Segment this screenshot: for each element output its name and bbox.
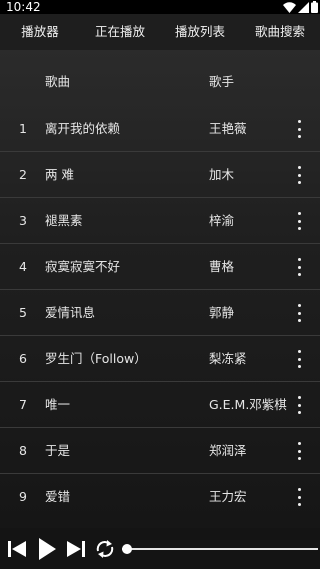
more-vert-icon[interactable] bbox=[292, 258, 306, 276]
song-title: 寂寞寂寞不好 bbox=[45, 259, 121, 274]
seek-thumb[interactable] bbox=[122, 544, 132, 554]
signal-icon bbox=[298, 1, 309, 13]
song-artist: 郭静 bbox=[209, 305, 235, 320]
skip-next-icon bbox=[66, 540, 86, 558]
wifi-icon bbox=[283, 1, 296, 13]
more-vert-icon[interactable] bbox=[292, 488, 306, 506]
song-title: 褪黑素 bbox=[45, 213, 83, 228]
previous-button[interactable] bbox=[6, 528, 28, 569]
playlist-panel: 歌曲 歌手 1 离开我的依赖 王艳薇 2 两 难 加木 3 褪黑素 梓渝 4 寂… bbox=[0, 50, 320, 528]
song-title: 唯一 bbox=[45, 397, 71, 412]
skip-previous-icon bbox=[7, 540, 27, 558]
more-vert-icon[interactable] bbox=[292, 442, 306, 460]
song-row[interactable]: 4 寂寞寂寞不好 曹格 bbox=[0, 244, 320, 290]
song-title: 于是 bbox=[45, 443, 71, 458]
song-row[interactable]: 2 两 难 加木 bbox=[0, 152, 320, 198]
player-controls bbox=[0, 528, 320, 569]
tab-player[interactable]: 播放器 bbox=[0, 14, 80, 50]
repeat-button[interactable] bbox=[94, 528, 116, 569]
song-index: 5 bbox=[19, 305, 27, 320]
artist-column-header: 歌手 bbox=[209, 74, 235, 89]
song-column-header: 歌曲 bbox=[45, 74, 71, 89]
song-title: 罗生门（Follow） bbox=[45, 351, 147, 366]
song-index: 8 bbox=[19, 443, 27, 458]
more-vert-icon[interactable] bbox=[292, 350, 306, 368]
tab-song-search[interactable]: 歌曲搜索 bbox=[240, 14, 320, 50]
battery-icon bbox=[311, 1, 318, 13]
song-index: 1 bbox=[19, 121, 27, 136]
play-button[interactable] bbox=[36, 528, 58, 569]
song-artist: 郑润泽 bbox=[209, 443, 247, 458]
song-list: 1 离开我的依赖 王艳薇 2 两 难 加木 3 褪黑素 梓渝 4 寂寞寂寞不好 … bbox=[0, 106, 320, 520]
more-vert-icon[interactable] bbox=[292, 396, 306, 414]
song-artist: 梨冻紧 bbox=[209, 351, 247, 366]
song-row[interactable]: 9 爱错 王力宏 bbox=[0, 474, 320, 520]
tab-now-playing[interactable]: 正在播放 bbox=[80, 14, 160, 50]
song-artist: 王艳薇 bbox=[209, 121, 247, 136]
song-artist: 曹格 bbox=[209, 259, 235, 274]
play-icon bbox=[37, 537, 57, 561]
status-icons bbox=[283, 1, 318, 13]
song-title: 两 难 bbox=[45, 167, 74, 182]
song-title: 爱情讯息 bbox=[45, 305, 96, 320]
tab-bar: 播放器 正在播放 播放列表 歌曲搜索 bbox=[0, 14, 320, 50]
list-header: 歌曲 歌手 bbox=[0, 62, 320, 102]
status-time: 10:42 bbox=[6, 0, 41, 14]
more-vert-icon[interactable] bbox=[292, 166, 306, 184]
seek-track bbox=[122, 548, 318, 550]
song-row[interactable]: 3 褪黑素 梓渝 bbox=[0, 198, 320, 244]
repeat-icon bbox=[94, 539, 116, 559]
seek-bar[interactable] bbox=[122, 544, 318, 554]
song-index: 6 bbox=[19, 351, 27, 366]
next-button[interactable] bbox=[65, 528, 87, 569]
song-row[interactable]: 8 于是 郑润泽 bbox=[0, 428, 320, 474]
song-index: 3 bbox=[19, 213, 27, 228]
song-row[interactable]: 1 离开我的依赖 王艳薇 bbox=[0, 106, 320, 152]
status-bar: 10:42 bbox=[0, 0, 320, 14]
song-row[interactable]: 7 唯一 G.E.M.邓紫棋 bbox=[0, 382, 320, 428]
song-index: 4 bbox=[19, 259, 27, 274]
song-artist: 梓渝 bbox=[209, 213, 235, 228]
song-index: 2 bbox=[19, 167, 27, 182]
song-row[interactable]: 6 罗生门（Follow） 梨冻紧 bbox=[0, 336, 320, 382]
song-artist: G.E.M.邓紫棋 bbox=[209, 397, 287, 412]
song-artist: 加木 bbox=[209, 167, 235, 182]
tab-playlist[interactable]: 播放列表 bbox=[160, 14, 240, 50]
song-title: 离开我的依赖 bbox=[45, 121, 121, 136]
song-row[interactable]: 5 爱情讯息 郭静 bbox=[0, 290, 320, 336]
more-vert-icon[interactable] bbox=[292, 212, 306, 230]
song-title: 爱错 bbox=[45, 489, 71, 504]
song-index: 7 bbox=[19, 397, 27, 412]
song-index: 9 bbox=[19, 489, 27, 504]
more-vert-icon[interactable] bbox=[292, 120, 306, 138]
song-artist: 王力宏 bbox=[209, 489, 247, 504]
more-vert-icon[interactable] bbox=[292, 304, 306, 322]
